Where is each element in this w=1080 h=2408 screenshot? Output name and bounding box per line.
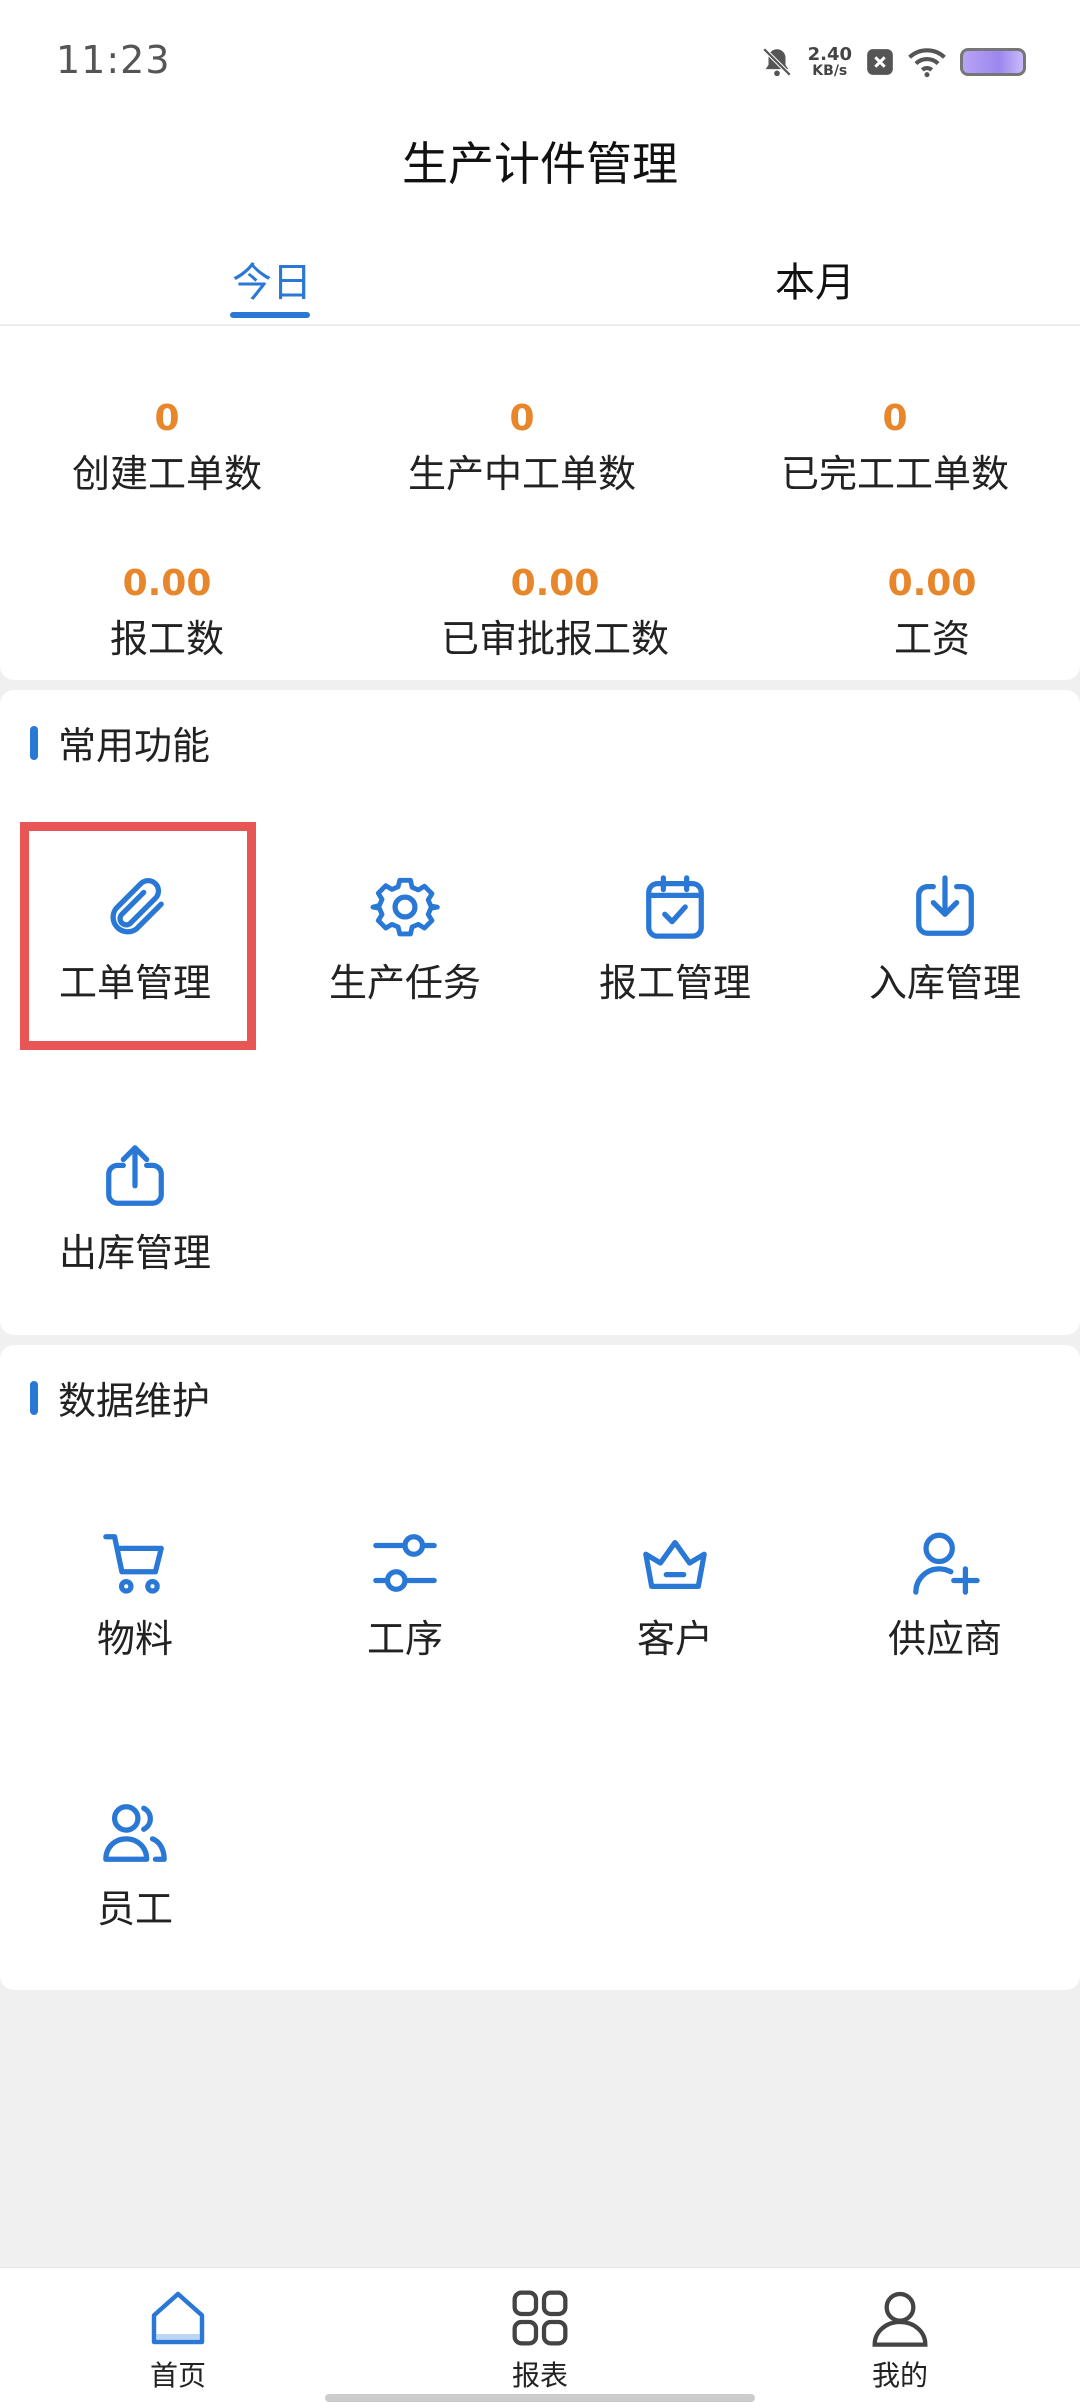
stat-value: 0 <box>154 398 180 439</box>
bell-muted-icon <box>762 47 791 77</box>
nav-label: 我的 <box>871 2359 928 2392</box>
app-header: 生产计件管理 <box>0 110 1080 225</box>
upload-icon <box>106 1145 164 1206</box>
stat-value: 0 <box>882 398 908 439</box>
stat-label: 报工数 <box>109 617 224 661</box>
stat-value: 0.00 <box>510 563 600 604</box>
func-supplier[interactable]: 供应商 <box>810 1528 1080 1663</box>
status-time: 11:23 <box>56 38 171 82</box>
inbox-download-icon <box>916 875 974 936</box>
section-marker <box>30 725 38 760</box>
func-report-management[interactable]: 报工管理 <box>540 872 810 1007</box>
system-icons: 2.40 KB/s <box>760 42 1026 82</box>
func-warehouse-in[interactable]: 入库管理 <box>810 872 1080 1007</box>
nav-home[interactable]: 首页 <box>88 2286 268 2394</box>
func-production-task[interactable]: 生产任务 <box>270 872 540 1007</box>
stat-label: 已审批报工数 <box>440 617 669 661</box>
stat-completed-orders: 0 已完工工单数 <box>745 399 1045 498</box>
func-warehouse-out[interactable]: 出库管理 <box>0 1142 270 1277</box>
user-plus-icon <box>913 1532 980 1595</box>
func-label: 生产任务 <box>328 961 481 1005</box>
nav-label: 报表 <box>511 2359 568 2392</box>
stat-created-orders: 0 创建工单数 <box>17 399 317 498</box>
sliders-icon <box>373 1534 437 1592</box>
cart-icon <box>103 1534 164 1594</box>
stat-value: 0 <box>509 398 535 439</box>
tab-active-indicator <box>230 312 310 318</box>
func-material[interactable]: 物料 <box>0 1528 270 1663</box>
func-label: 供应商 <box>887 1617 1002 1661</box>
home-icon <box>151 2291 205 2345</box>
app-screen: 11:23 2.40 KB/s 生产计件管理 今日 本月 0 创建工单数 0 生… <box>0 0 1080 2408</box>
nav-label: 首页 <box>149 2359 206 2392</box>
stat-in-production-orders: 0 生产中工单数 <box>372 399 672 498</box>
net-speed: 2.40 KB/s <box>807 44 852 79</box>
gear-icon <box>370 877 440 937</box>
bottom-nav: 首页 报表 我的 <box>0 2267 1080 2408</box>
stat-value: 0.00 <box>887 563 977 604</box>
tab-month[interactable]: 本月 <box>775 250 855 308</box>
home-indicator[interactable] <box>325 2394 755 2402</box>
func-label: 入库管理 <box>868 961 1021 1005</box>
stat-report-count: 0.00 报工数 <box>17 564 317 663</box>
highlight-box <box>20 822 256 1050</box>
section-marker <box>30 1380 38 1415</box>
stat-value: 0.00 <box>122 563 212 604</box>
wifi-icon <box>908 48 946 78</box>
nav-reports[interactable]: 报表 <box>450 2286 630 2394</box>
func-process[interactable]: 工序 <box>270 1528 540 1663</box>
stat-approved-report-count: 0.00 已审批报工数 <box>405 564 705 663</box>
stat-wage: 0.00 工资 <box>782 564 1080 663</box>
func-label: 报工管理 <box>598 961 751 1005</box>
users-icon <box>103 1804 167 1862</box>
page-title: 生产计件管理 <box>402 137 678 191</box>
tab-today[interactable]: 今日 <box>232 250 312 308</box>
calendar-check-icon <box>646 875 704 939</box>
period-tabs: 今日 本月 <box>0 224 1080 326</box>
stat-label: 已完工工单数 <box>780 452 1009 496</box>
func-label: 工序 <box>366 1617 443 1661</box>
section-title: 数据维护 <box>30 1370 210 1425</box>
stats-card: 今日 本月 0 创建工单数 0 生产中工单数 0 已完工工单数 0.00 报工数… <box>0 224 1080 680</box>
func-label: 出库管理 <box>58 1231 211 1275</box>
basket-icon <box>643 1539 707 1589</box>
user-icon <box>872 2291 928 2347</box>
section-title: 常用功能 <box>30 715 210 770</box>
status-bar: 11:23 2.40 KB/s <box>0 0 1080 125</box>
stat-label: 生产中工单数 <box>407 452 636 496</box>
nav-mine[interactable]: 我的 <box>810 2286 990 2394</box>
func-customer[interactable]: 客户 <box>540 1528 810 1663</box>
close-box-icon <box>867 49 893 75</box>
func-label: 客户 <box>636 1617 713 1661</box>
func-label: 物料 <box>96 1617 173 1661</box>
battery-icon <box>960 48 1026 76</box>
stat-label: 工资 <box>893 617 970 661</box>
func-employee[interactable]: 员工 <box>0 1798 270 1933</box>
func-label: 员工 <box>96 1887 173 1931</box>
stat-label: 创建工单数 <box>71 452 262 496</box>
grid-icon <box>512 2290 568 2346</box>
